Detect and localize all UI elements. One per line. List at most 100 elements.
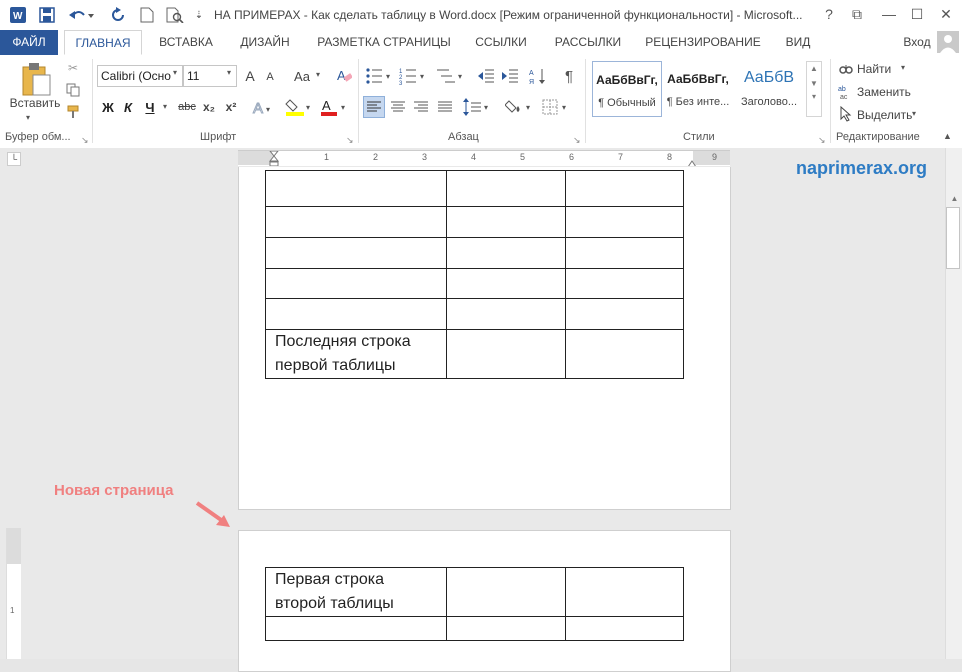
table-cell[interactable] (265, 298, 447, 330)
collapse-ribbon-icon[interactable]: ▲ (943, 131, 952, 141)
style-heading-1[interactable]: АаБбВ Заголово... (735, 61, 803, 117)
select-dropdown-icon[interactable]: ▾ (912, 109, 916, 118)
table-2[interactable]: Первая строка второй таблицы (265, 567, 684, 641)
ribbon-display-options-icon[interactable]: ⧉ (845, 4, 869, 24)
table-cell[interactable] (446, 616, 566, 641)
table-cell[interactable] (265, 268, 447, 299)
numbering-icon[interactable]: 1 2 3 ▾ (398, 65, 432, 87)
paragraph-launcher-icon[interactable]: ↘ (573, 135, 581, 146)
table-cell[interactable] (446, 329, 566, 379)
tab-design[interactable]: ДИЗАЙН (230, 30, 300, 55)
tab-mailings[interactable]: РАССЫЛКИ (547, 30, 629, 55)
table-cell[interactable] (265, 237, 447, 269)
table-cell[interactable] (446, 206, 566, 238)
table-cell[interactable] (565, 237, 684, 269)
tab-file[interactable]: ФАЙЛ (0, 30, 58, 55)
align-left-icon[interactable] (363, 96, 385, 118)
justify-icon[interactable] (434, 96, 456, 118)
word-logo-icon[interactable]: W (8, 5, 28, 25)
table-cell[interactable]: Первая строка второй таблицы (265, 567, 447, 617)
change-case-dropdown-icon[interactable]: ▾ (316, 70, 320, 79)
format-painter-icon[interactable] (64, 103, 82, 121)
replace-icon[interactable]: ab ac (838, 84, 854, 101)
tab-view[interactable]: ВИД (776, 30, 820, 55)
replace-button[interactable]: Заменить (857, 85, 911, 99)
sort-icon[interactable]: AЯ (528, 65, 548, 87)
borders-icon[interactable]: ▾ (540, 96, 572, 118)
paste-icon[interactable] (20, 61, 52, 97)
highlight-color-icon[interactable]: ▾ (283, 97, 315, 117)
styles-launcher-icon[interactable]: ↘ (818, 135, 826, 146)
font-color-icon[interactable]: A ▾ (318, 97, 350, 117)
table-cell[interactable] (446, 268, 566, 299)
grow-font-button[interactable]: A (242, 66, 258, 86)
signin-link[interactable]: Вход (897, 30, 937, 55)
tab-layout[interactable]: РАЗМЕТКА СТРАНИЦЫ (312, 30, 456, 55)
table-cell[interactable] (565, 616, 684, 641)
select-button[interactable]: Выделить (857, 108, 912, 122)
new-document-icon[interactable] (138, 5, 156, 25)
help-button[interactable]: ? (817, 4, 841, 24)
shading-icon[interactable]: ▾ (504, 96, 536, 118)
underline-button[interactable]: Ч (142, 97, 158, 117)
bold-button[interactable]: Ж (100, 97, 116, 117)
underline-dropdown-icon[interactable]: ▾ (163, 102, 167, 111)
styles-more-icon[interactable]: ▾ (807, 92, 821, 101)
table-cell[interactable] (265, 170, 447, 207)
strikethrough-button[interactable]: abc (176, 97, 198, 117)
tab-home[interactable]: ГЛАВНАЯ (64, 30, 142, 55)
table-cell[interactable] (446, 170, 566, 207)
table-cell[interactable] (565, 268, 684, 299)
table-cell[interactable] (565, 170, 684, 207)
find-icon[interactable] (838, 61, 854, 77)
font-name-field[interactable]: Calibri (Осно (97, 65, 183, 87)
font-name-dropdown-icon[interactable]: ▾ (173, 68, 177, 77)
change-case-button[interactable]: Aa (290, 66, 314, 86)
print-preview-icon[interactable] (164, 5, 186, 25)
cut-icon[interactable]: ✂ (64, 59, 82, 77)
find-dropdown-icon[interactable]: ▾ (901, 63, 905, 72)
table-cell[interactable] (565, 206, 684, 238)
table-cell[interactable] (265, 206, 447, 238)
multilevel-list-icon[interactable]: ▾ (434, 65, 468, 87)
subscript-button[interactable]: x₂ (200, 97, 218, 117)
tab-selector-icon[interactable]: └ (7, 152, 21, 166)
page-1[interactable]: Последняя строка первой таблицы (238, 166, 731, 510)
indent-marker-icon[interactable] (268, 150, 280, 167)
italic-button[interactable]: К (120, 97, 136, 117)
scrollbar-thumb[interactable] (946, 207, 960, 269)
align-right-icon[interactable] (410, 96, 432, 118)
table-cell[interactable] (446, 237, 566, 269)
close-button[interactable]: ✕ (934, 4, 958, 24)
clipboard-launcher-icon[interactable]: ↘ (81, 135, 89, 146)
bullets-icon[interactable]: ▾ (364, 65, 396, 87)
font-size-dropdown-icon[interactable]: ▾ (227, 68, 231, 77)
save-icon[interactable] (36, 5, 58, 25)
scroll-up-icon[interactable]: ▲ (946, 194, 962, 203)
styles-scroll[interactable]: ▲ ▼ ▾ (806, 61, 822, 117)
table-cell[interactable] (565, 567, 684, 617)
paste-button[interactable]: Вставить (6, 95, 64, 111)
redo-icon[interactable] (108, 5, 128, 25)
find-button[interactable]: Найти (857, 62, 891, 76)
customize-toolbar-icon[interactable]: ⇣ (192, 5, 206, 25)
table-1[interactable]: Последняя строка первой таблицы (265, 170, 684, 379)
decrease-indent-icon[interactable] (476, 65, 496, 87)
table-cell[interactable] (265, 616, 447, 641)
show-formatting-button[interactable]: ¶ (560, 65, 578, 87)
page-2[interactable]: Первая строка второй таблицы (238, 530, 731, 672)
paste-dropdown-icon[interactable]: ▾ (26, 113, 36, 122)
tab-review[interactable]: РЕЦЕНЗИРОВАНИЕ (641, 30, 765, 55)
minimize-button[interactable]: — (877, 4, 901, 24)
clear-formatting-icon[interactable]: A (334, 65, 354, 85)
avatar[interactable] (937, 31, 959, 53)
text-effects-icon[interactable]: A ▾ (250, 97, 274, 117)
increase-indent-icon[interactable] (500, 65, 520, 87)
font-launcher-icon[interactable]: ↘ (346, 135, 354, 146)
styles-down-icon[interactable]: ▼ (807, 79, 821, 88)
line-spacing-icon[interactable]: ▾ (462, 96, 494, 118)
undo-icon[interactable] (66, 5, 96, 25)
table-cell[interactable]: Последняя строка первой таблицы (265, 329, 447, 379)
maximize-button[interactable]: ☐ (905, 4, 929, 24)
styles-up-icon[interactable]: ▲ (807, 64, 821, 73)
